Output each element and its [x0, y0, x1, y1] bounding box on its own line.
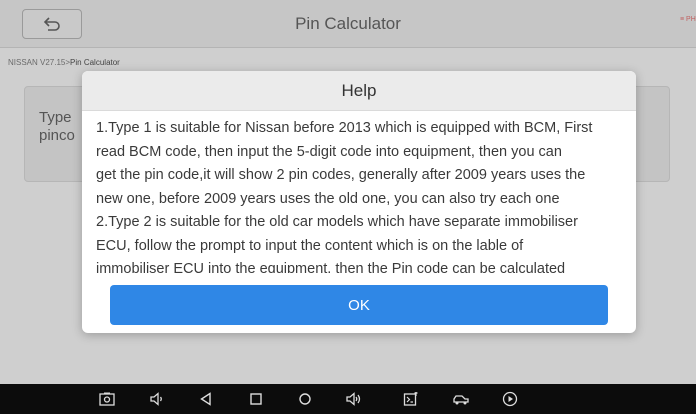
help-text-line: get the pin code,it will show 2 pin code…	[96, 167, 586, 183]
circle-icon[interactable]	[296, 390, 314, 408]
pin-type-label: Type pinco	[39, 109, 79, 145]
help-text-area[interactable]: 1.Type 1 is suitable for Nissan before 2…	[82, 111, 636, 273]
breadcrumb-parent[interactable]: NISSAN V27.15>	[8, 58, 70, 67]
help-text-line: ECU, follow the prompt to input the cont…	[96, 237, 524, 254]
volume-down-icon[interactable]	[148, 390, 166, 408]
car-icon[interactable]	[452, 390, 470, 408]
page-title: Pin Calculator	[295, 14, 401, 33]
screenshot-icon[interactable]	[98, 390, 116, 408]
help-text-line: immobiliser ECU into the equipment, then…	[96, 261, 566, 273]
pin-type-label-line1: Type	[39, 109, 72, 126]
play-icon[interactable]	[501, 390, 519, 408]
home-icon[interactable]	[247, 390, 265, 408]
help-text-line: 2.Type 2 is suitable for the old car mod…	[96, 214, 578, 230]
brand-logo: ≡ PH	[680, 16, 696, 23]
breadcrumb-current: Pin Calculator	[70, 58, 120, 67]
pin-type-label-line2: pinco	[39, 127, 75, 144]
help-dialog: Help 1.Type 1 is suitable for Nissan bef…	[82, 71, 636, 333]
help-text-line: read BCM code, then input the 5-digit co…	[96, 143, 562, 160]
android-nav-bar	[0, 384, 696, 414]
help-text-line: new one, before 2009 years uses the old …	[96, 190, 560, 207]
vci-icon[interactable]	[402, 390, 420, 408]
dialog-title: Help	[82, 71, 636, 111]
back-icon[interactable]	[197, 390, 215, 408]
ok-button[interactable]: OK	[110, 285, 608, 325]
breadcrumb: NISSAN V27.15>Pin Calculator	[8, 58, 120, 67]
volume-up-icon[interactable]	[345, 390, 363, 408]
help-text-line: 1.Type 1 is suitable for Nissan before 2…	[96, 120, 593, 136]
app-header: Pin Calculator ≡ PH	[0, 0, 696, 48]
